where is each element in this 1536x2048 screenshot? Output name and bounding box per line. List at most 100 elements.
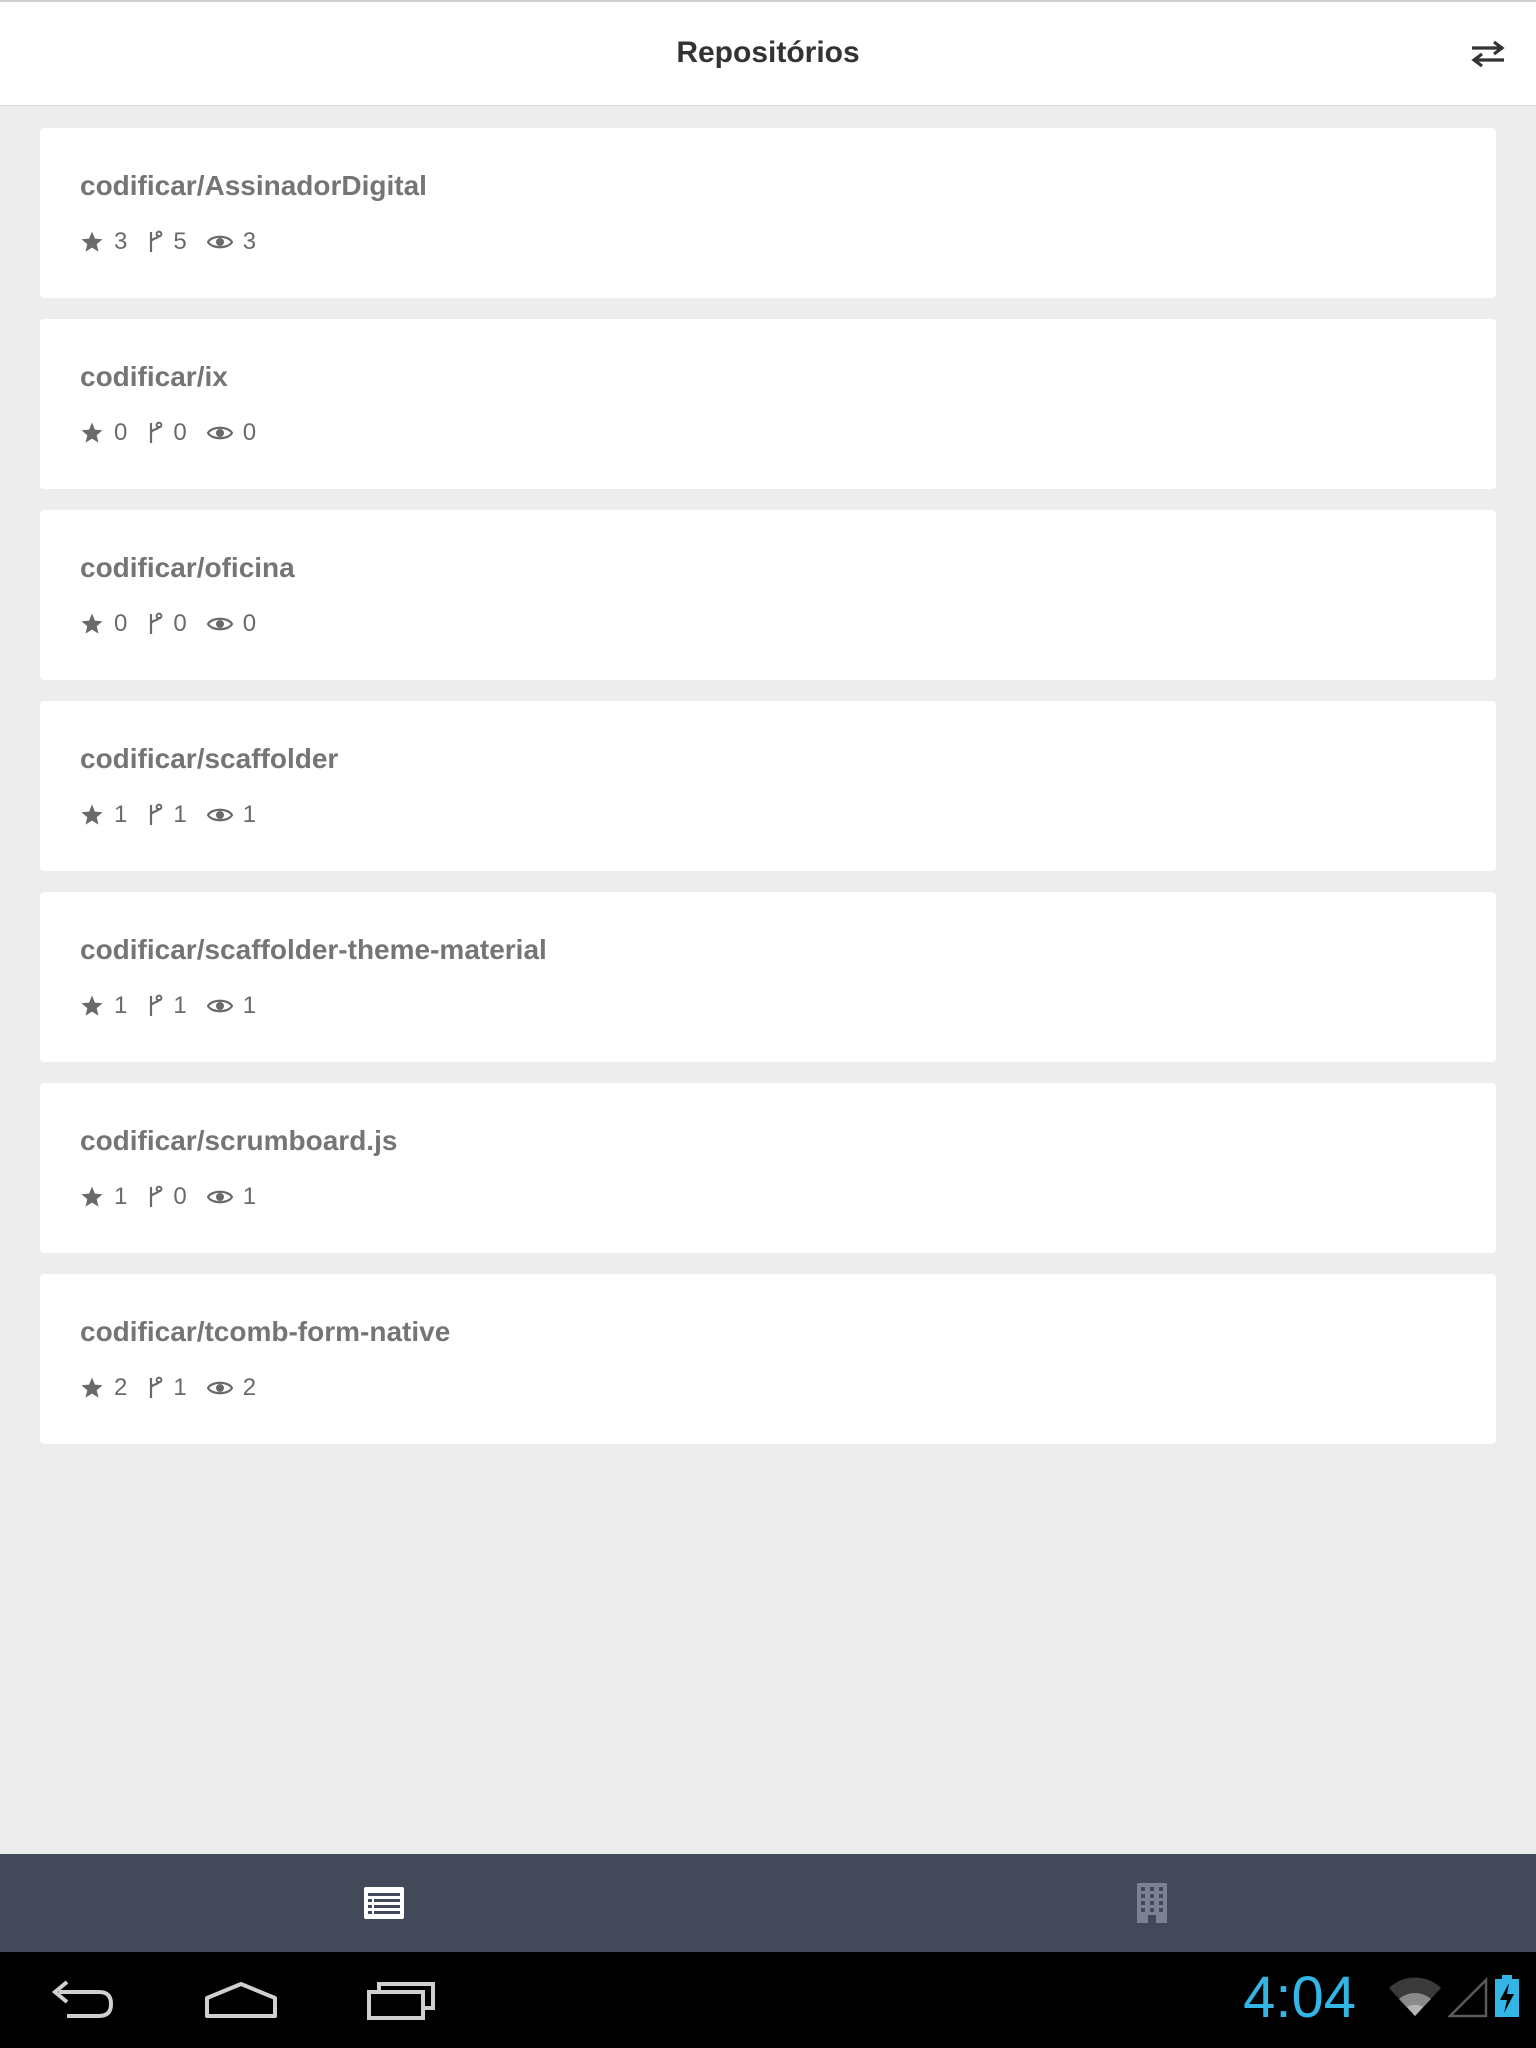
repo-stats: 1 1 1 [80, 801, 1456, 829]
repo-stats: 0 0 0 [80, 610, 1456, 638]
star-icon [81, 995, 103, 1016]
forks-count: 5 [173, 228, 187, 255]
stars-count: 1 [114, 801, 128, 828]
star-icon [81, 422, 103, 443]
stars-stat: 2 [80, 1374, 127, 1402]
repo-name: codificar/ix [80, 361, 228, 392]
repo-stats: 1 1 1 [80, 992, 1456, 1020]
back-icon [51, 1980, 114, 2018]
tab-organizations[interactable] [768, 1854, 1536, 1952]
watchers-count: 1 [242, 1183, 257, 1210]
watchers-count: 0 [242, 610, 257, 637]
stars-stat: 1 [80, 801, 127, 829]
eye-icon [206, 617, 233, 631]
forks-stat: 5 [147, 228, 187, 256]
app-bar: Repositórios [0, 0, 1536, 106]
fork-icon [150, 994, 163, 1016]
stars-stat: 1 [80, 1183, 127, 1211]
repo-stats: 2 1 2 [80, 1374, 1456, 1402]
stars-stat: 1 [80, 992, 127, 1020]
star-icon [81, 804, 103, 825]
forks-stat: 0 [147, 610, 187, 638]
status-icons [1388, 1974, 1520, 2018]
eye-icon [206, 1381, 233, 1395]
forks-count: 1 [173, 1374, 187, 1401]
watchers-stat: 0 [206, 610, 257, 638]
forks-stat: 1 [147, 801, 187, 829]
eye-icon [206, 1190, 233, 1204]
home-icon [205, 1982, 277, 2018]
home-button[interactable] [196, 1970, 286, 2030]
forks-count: 0 [173, 1183, 187, 1210]
stars-count: 2 [114, 1374, 128, 1401]
battery-charging-icon [1495, 1975, 1519, 2017]
list-icon [364, 1887, 404, 1919]
star-icon [81, 1186, 103, 1207]
watchers-count: 2 [242, 1374, 257, 1401]
status-clock: 4:04 [1243, 1965, 1356, 2030]
stars-count: 0 [114, 419, 128, 446]
forks-stat: 0 [147, 1183, 187, 1211]
forks-count: 0 [173, 419, 187, 446]
repo-name: codificar/scaffolder-theme-material [80, 934, 547, 965]
forks-count: 1 [173, 801, 187, 828]
building-icon [1137, 1883, 1167, 1923]
repo-stats: 0 0 0 [80, 419, 1456, 447]
recent-apps-icon [367, 1982, 435, 2020]
watchers-count: 0 [242, 419, 257, 446]
repo-card[interactable]: codificar/scaffolder-theme-material 1 1 … [40, 892, 1496, 1062]
star-icon [81, 613, 103, 634]
star-icon [81, 231, 103, 252]
watchers-stat: 1 [206, 1183, 257, 1211]
eye-icon [206, 235, 233, 249]
repo-card[interactable]: codificar/scrumboard.js 1 0 1 [40, 1083, 1496, 1253]
stars-count: 3 [114, 228, 128, 255]
stars-count: 1 [114, 992, 128, 1019]
eye-icon [206, 999, 233, 1013]
repo-name: codificar/oficina [80, 552, 295, 583]
watchers-stat: 1 [206, 992, 257, 1020]
back-button[interactable] [36, 1970, 126, 2030]
wifi-icon [1389, 1977, 1441, 2016]
repo-name: codificar/tcomb-form-native [80, 1316, 451, 1347]
forks-stat: 1 [147, 992, 187, 1020]
forks-count: 0 [173, 610, 187, 637]
repo-card[interactable]: codificar/ix 0 0 0 [40, 319, 1496, 489]
forks-stat: 0 [147, 419, 187, 447]
stars-stat: 3 [80, 228, 127, 256]
repo-name: codificar/scrumboard.js [80, 1125, 398, 1156]
fork-icon [150, 1376, 163, 1398]
forks-stat: 1 [147, 1374, 187, 1402]
watchers-stat: 2 [206, 1374, 257, 1402]
stars-count: 0 [114, 610, 128, 637]
fork-icon [150, 421, 163, 443]
watchers-count: 1 [242, 801, 257, 828]
repo-name: codificar/scaffolder [80, 743, 339, 774]
fork-icon [150, 1185, 163, 1207]
repo-name: codificar/AssinadorDigital [80, 170, 427, 201]
repo-card[interactable]: codificar/tcomb-form-native 2 1 2 [40, 1274, 1496, 1444]
page-title: Repositórios [676, 36, 860, 69]
stars-stat: 0 [80, 610, 127, 638]
watchers-stat: 3 [206, 228, 257, 256]
fork-icon [150, 803, 163, 825]
repo-card[interactable]: codificar/AssinadorDigital 3 5 3 [40, 128, 1496, 298]
repo-stats: 1 0 1 [80, 1183, 1456, 1211]
swap-button[interactable] [1464, 30, 1512, 78]
fork-icon [150, 612, 163, 634]
watchers-count: 3 [242, 228, 257, 255]
forks-count: 1 [173, 992, 187, 1019]
swap-arrows-icon [1471, 40, 1505, 68]
tab-repositories[interactable] [0, 1854, 768, 1952]
eye-icon [206, 808, 233, 822]
repo-card[interactable]: codificar/scaffolder 1 1 1 [40, 701, 1496, 871]
eye-icon [206, 426, 233, 440]
recent-apps-button[interactable] [356, 1970, 446, 2030]
repo-card[interactable]: codificar/oficina 0 0 0 [40, 510, 1496, 680]
watchers-count: 1 [242, 992, 257, 1019]
fork-icon [150, 230, 163, 252]
stars-count: 1 [114, 1183, 128, 1210]
repo-stats: 3 5 3 [80, 228, 1456, 256]
watchers-stat: 1 [206, 801, 257, 829]
watchers-stat: 0 [206, 419, 257, 447]
